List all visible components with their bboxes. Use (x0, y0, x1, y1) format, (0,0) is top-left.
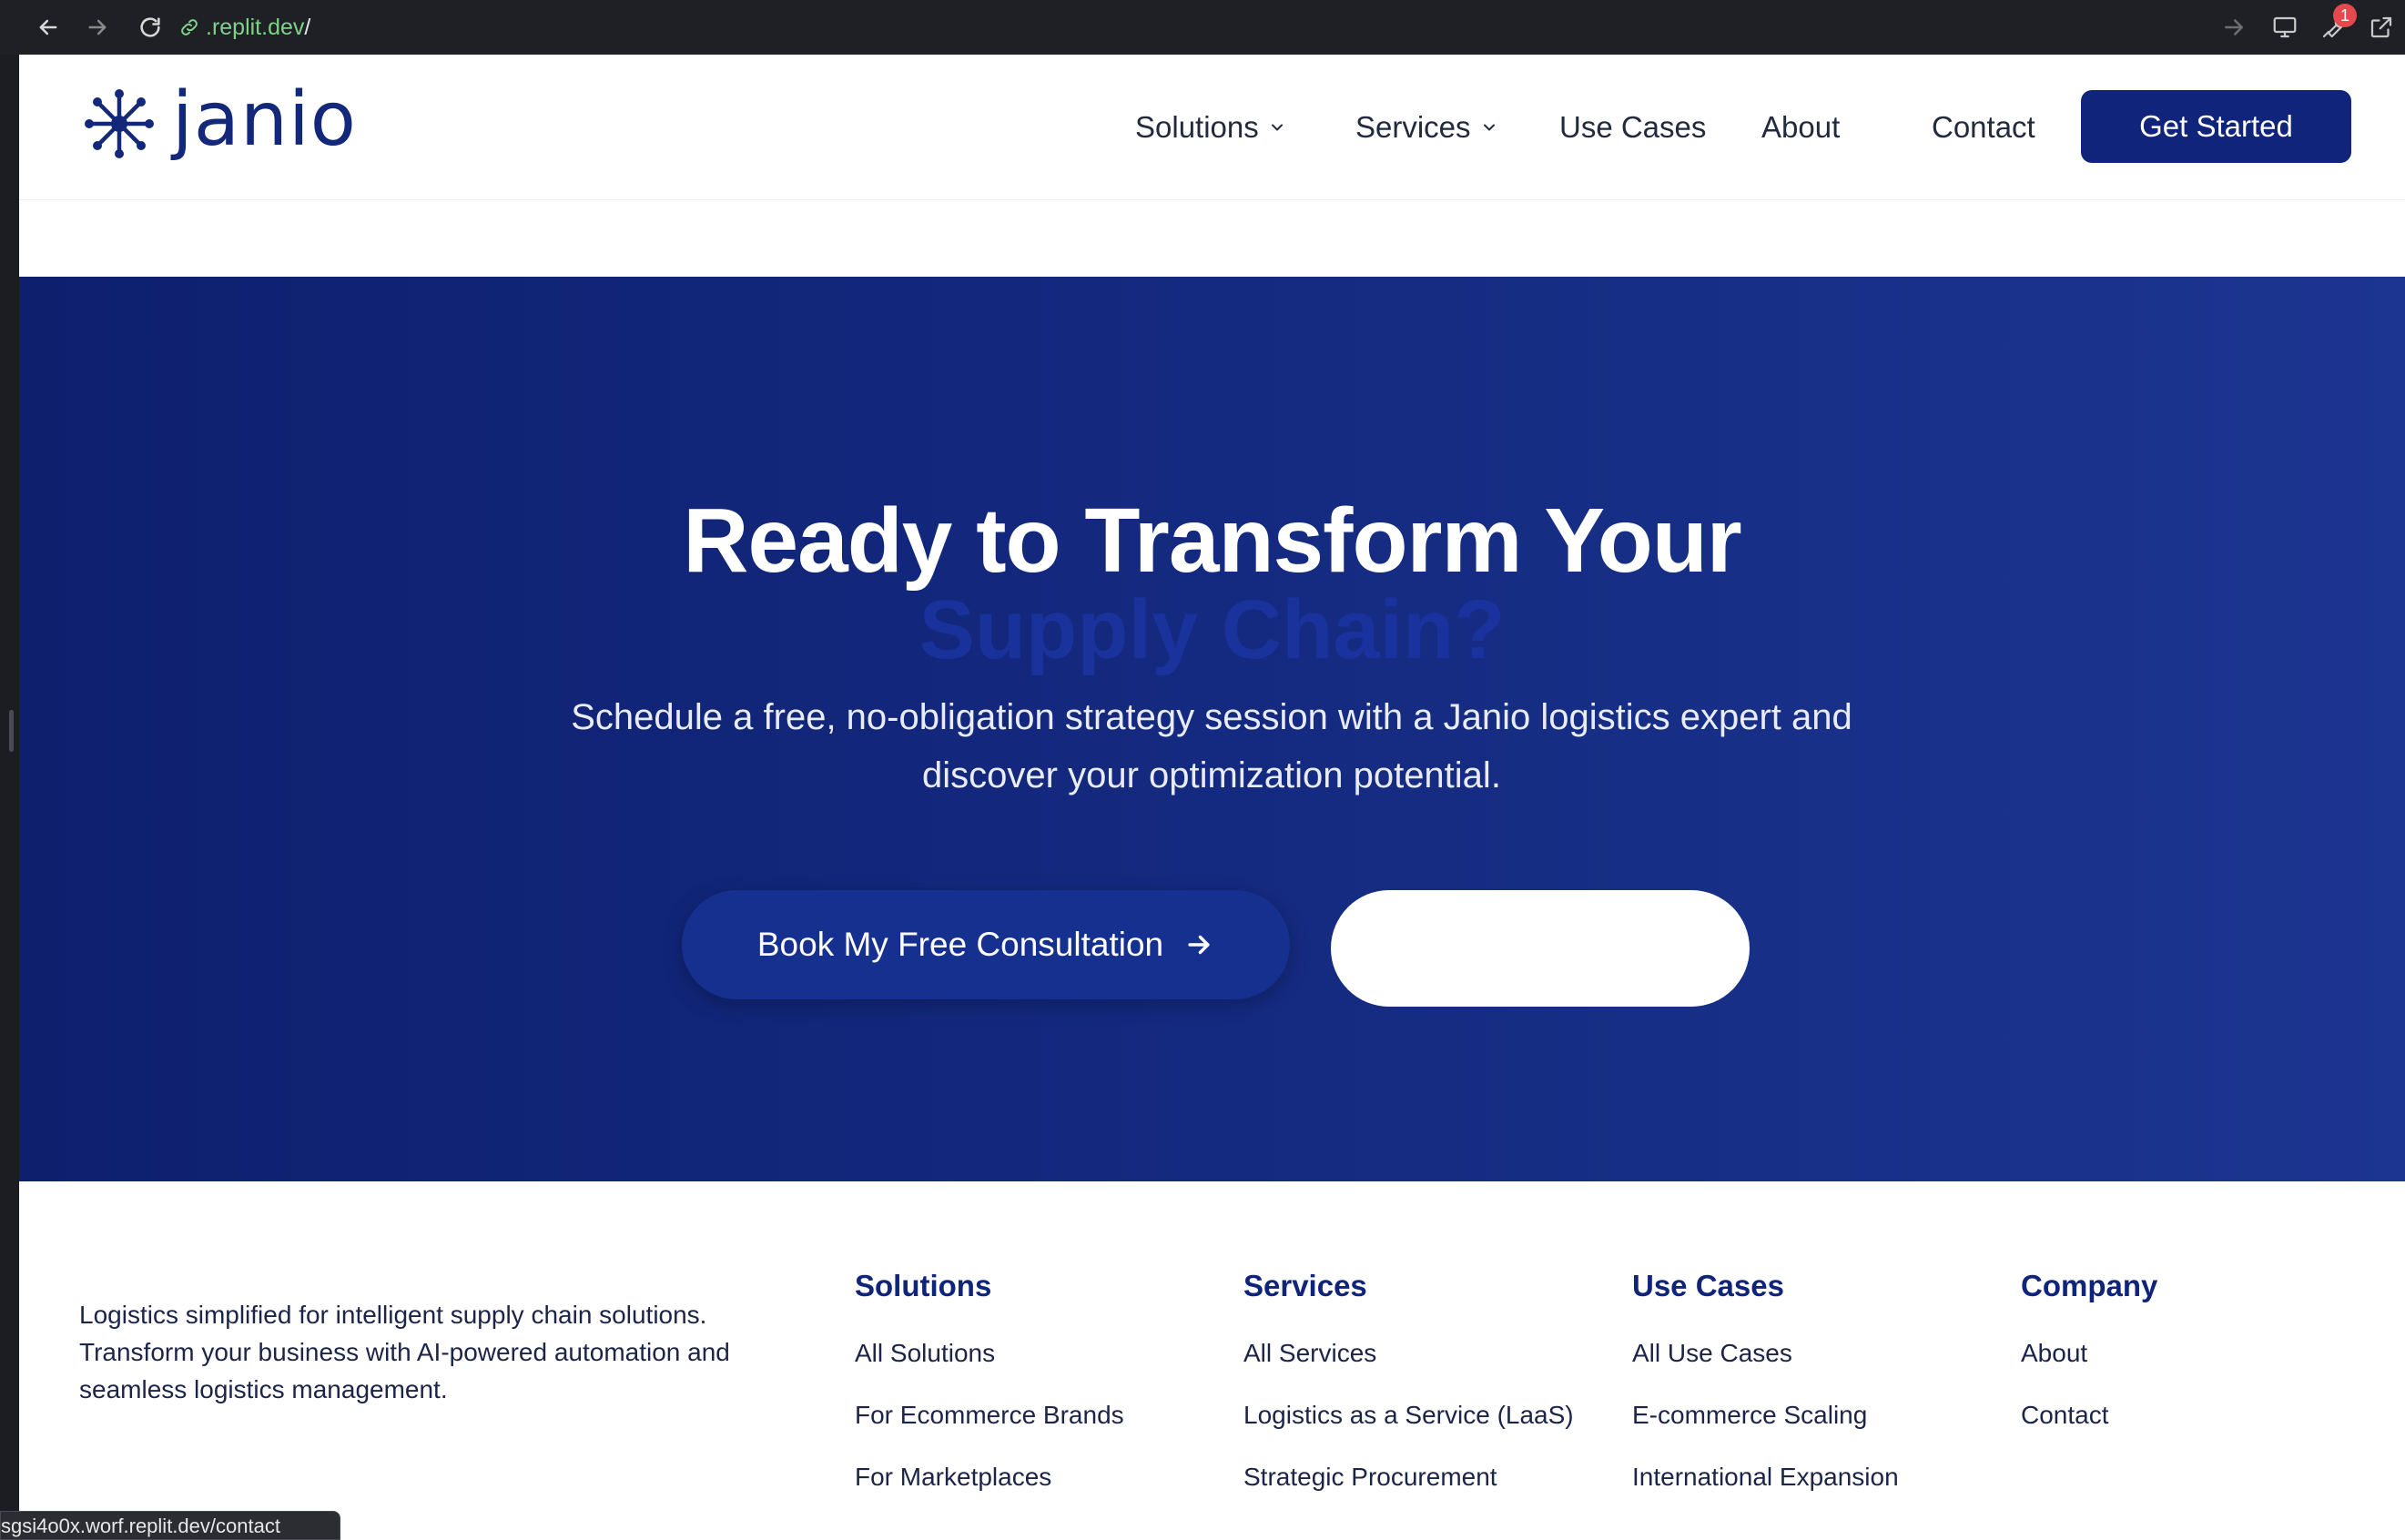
device-preview-button[interactable] (2265, 7, 2305, 47)
nav-contact-label: Contact (1932, 110, 2035, 144)
link-status-tooltip: sgsi4o0x.worf.replit.dev/contact (0, 1511, 340, 1540)
resize-handle[interactable] (9, 710, 14, 752)
cta-hero-section: Ready to Transform Your Supply Chain? Sc… (19, 277, 2405, 1181)
webpage: janio Solutions Services Use Cases About… (19, 55, 2405, 1540)
hero-subtitle-line1: Schedule a free, no-obligation strategy … (571, 697, 1852, 737)
footer-col-title: Services (1243, 1269, 1367, 1302)
nav-use-cases-label: Use Cases (1559, 110, 1707, 144)
nav-services-label: Services (1355, 110, 1471, 144)
book-consultation-button[interactable]: Book My Free Consultation (682, 890, 1290, 999)
reload-button[interactable] (129, 6, 171, 48)
footer-link[interactable]: Contact (2021, 1401, 2109, 1430)
footer-link[interactable]: E-commerce Scaling (1632, 1401, 1867, 1430)
footer-description: Logistics simplified for intelligent sup… (79, 1296, 826, 1408)
nav-solutions-label: Solutions (1135, 110, 1259, 144)
nav-use-cases[interactable]: Use Cases (1559, 91, 1706, 164)
site-header: janio Solutions Services Use Cases About… (19, 55, 2405, 200)
footer-description-line3: seamless logistics management. (79, 1375, 448, 1403)
footer-link[interactable]: For Marketplaces (855, 1463, 1051, 1492)
hero-subtitle: Schedule a free, no-obligation strategy … (529, 688, 1894, 805)
footer-description-line2: Transform your business with AI-powered … (79, 1338, 730, 1366)
nav-contact[interactable]: Contact (1932, 91, 2035, 164)
nav-services[interactable]: Services (1355, 91, 1498, 164)
left-panel-gutter (0, 55, 19, 1540)
address-bar[interactable]: .replit.dev / (178, 5, 310, 49)
get-started-button[interactable]: Get Started (2081, 90, 2351, 163)
footer-col-title: Use Cases (1632, 1269, 1784, 1302)
footer-col-title: Company (2021, 1269, 2158, 1302)
reload-icon (140, 17, 160, 37)
devtools-button[interactable]: 1 (2313, 4, 2357, 47)
back-button[interactable] (27, 6, 69, 48)
url-domain: .replit.dev (206, 14, 305, 40)
hero-subtitle-line2: discover your optimization potential. (922, 755, 1501, 795)
footer-link[interactable]: All Use Cases (1632, 1339, 1792, 1368)
site-footer: Logistics simplified for intelligent sup… (19, 1181, 2405, 1540)
forward-button[interactable] (76, 6, 118, 48)
arrow-right-icon (1188, 935, 1210, 955)
back-arrow-icon (39, 19, 57, 35)
nav-about[interactable]: About (1761, 91, 1840, 164)
open-new-tab-button[interactable] (2361, 7, 2401, 47)
arrow-right-icon (2225, 19, 2243, 35)
chevron-down-icon (1483, 124, 1495, 131)
nav-solutions[interactable]: Solutions (1135, 91, 1286, 164)
link-icon (181, 19, 198, 35)
url-path: / (304, 14, 311, 40)
chevron-down-icon (1271, 124, 1283, 131)
footer-col-title: Solutions (855, 1269, 992, 1302)
footer-link[interactable]: All Solutions (855, 1339, 995, 1368)
footer-description-line1: Logistics simplified for intelligent sup… (79, 1301, 707, 1329)
secondary-cta-button[interactable] (1331, 890, 1750, 1007)
monitor-icon (2273, 16, 2297, 38)
forward-arrow-icon (88, 19, 107, 35)
book-consultation-label: Book My Free Consultation (756, 926, 1164, 963)
footer-link[interactable]: About (2021, 1339, 2087, 1368)
footer-link[interactable]: Logistics as a Service (LaaS) (1243, 1401, 1574, 1430)
footer-link[interactable]: International Expansion (1632, 1463, 1899, 1492)
footer-link[interactable]: For Ecommerce Brands (855, 1401, 1124, 1430)
footer-link[interactable]: All Services (1243, 1339, 1376, 1368)
hero-title-highlight: Supply Chain? (918, 583, 1506, 676)
notification-badge: 1 (2333, 4, 2357, 27)
main-nav: Solutions Services Use Cases About Conta… (19, 91, 2405, 164)
footer-link[interactable]: Strategic Procurement (1243, 1463, 1497, 1492)
forward-page-button[interactable] (2214, 7, 2254, 47)
nav-about-label: About (1761, 110, 1841, 144)
browser-toolbar: .replit.dev/ 1 (0, 0, 2405, 55)
external-link-icon (2370, 16, 2392, 38)
hero-title: Ready to Transform Your (683, 490, 1741, 592)
